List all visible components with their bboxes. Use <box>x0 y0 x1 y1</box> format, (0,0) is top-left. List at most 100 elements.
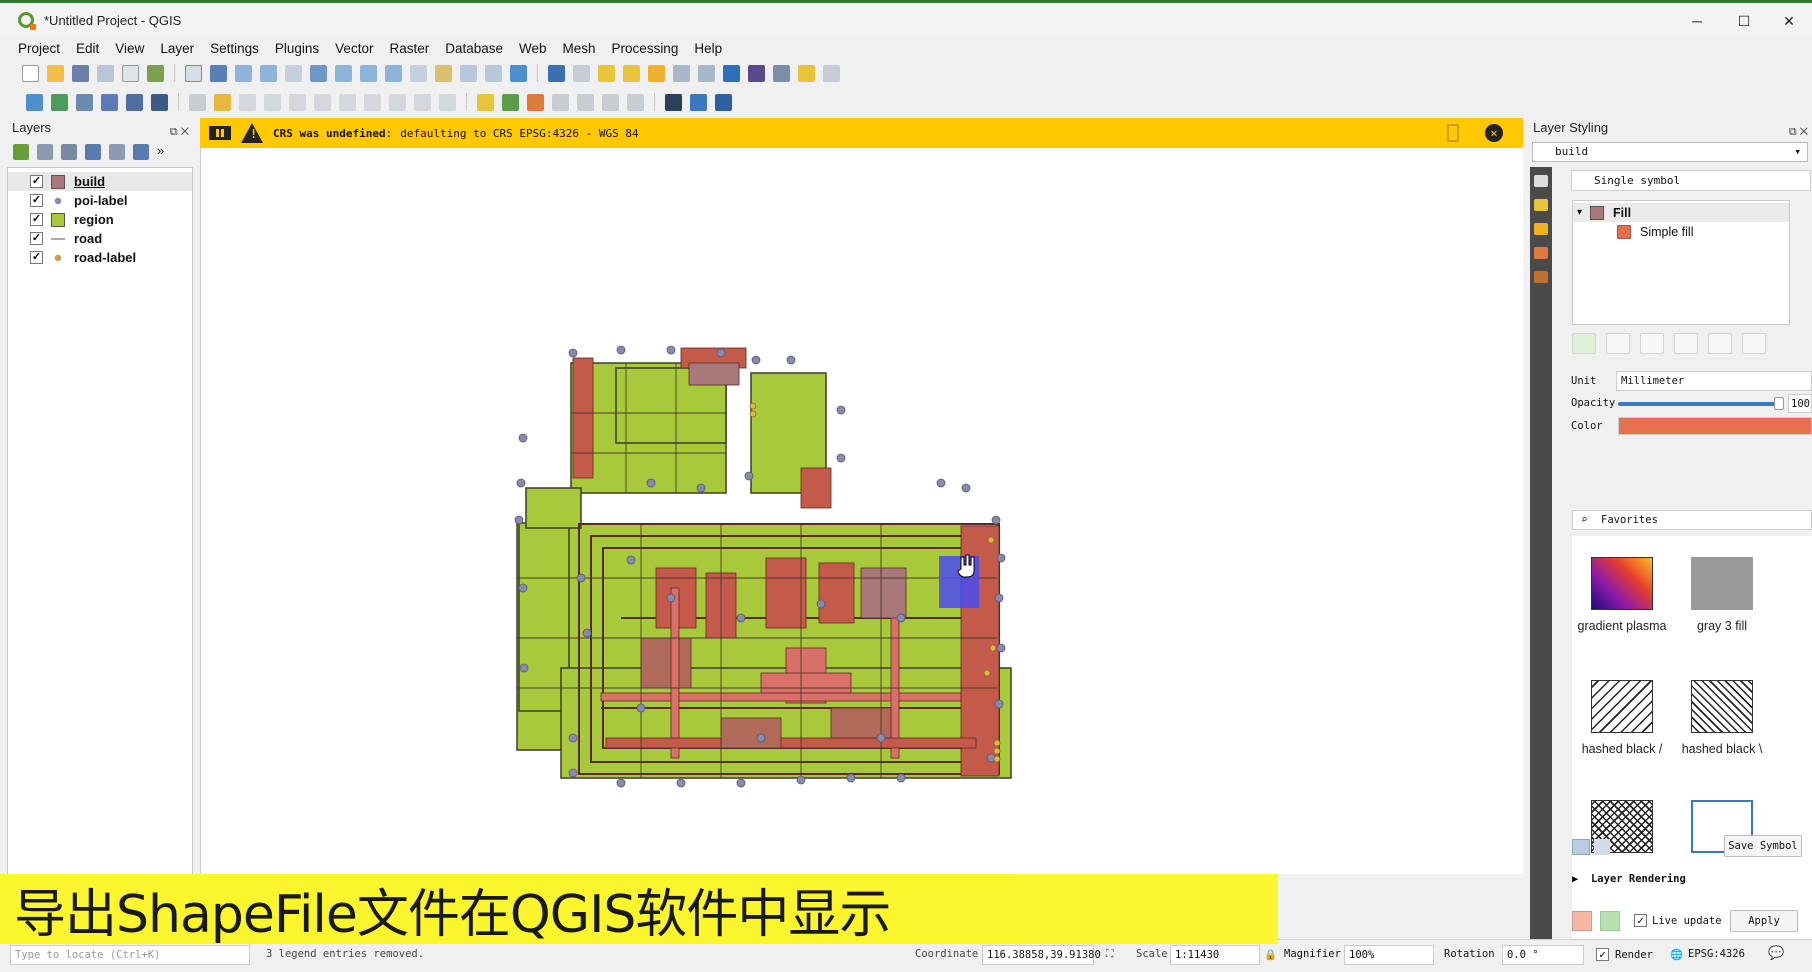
magnifier-field[interactable]: 100% <box>1344 945 1434 965</box>
crs-status[interactable]: EPSG:4326 <box>1688 948 1745 960</box>
copy-icon[interactable] <box>364 93 381 111</box>
cut-icon[interactable] <box>339 93 356 111</box>
filter-legend-icon[interactable] <box>85 144 101 160</box>
refresh-icon[interactable] <box>510 64 527 82</box>
live-update-checkbox[interactable]: ✓ <box>1634 914 1647 927</box>
python-console-icon[interactable] <box>690 93 707 111</box>
layer-visibility-checkbox[interactable]: ✓ <box>30 232 43 245</box>
statistics-sum-icon[interactable] <box>748 64 765 82</box>
locator-search[interactable]: Type to locate (Ctrl+K) <box>10 945 250 965</box>
label-tool-icon[interactable] <box>477 93 494 111</box>
zoom-to-selection-icon[interactable] <box>335 64 352 82</box>
menu-project[interactable]: Project <box>10 41 68 56</box>
print-layout-icon[interactable] <box>122 64 139 82</box>
layer-visibility-checkbox[interactable]: ✓ <box>30 213 43 226</box>
field-calculator-icon[interactable] <box>698 64 715 82</box>
data-source-manager-icon[interactable] <box>26 93 43 111</box>
symbol-gradient-plasma[interactable]: gradient plasma <box>1572 557 1672 634</box>
map-tips-icon[interactable] <box>798 64 815 82</box>
collapse-arrow-icon[interactable]: ▾ <box>1577 207 1582 218</box>
toggle-editing-icon[interactable] <box>214 93 231 111</box>
layer-rendering-section[interactable]: ▶ Layer Rendering <box>1572 873 1686 885</box>
save-symbol-button[interactable]: Save Symbol <box>1724 835 1802 857</box>
symbol-hashed-back[interactable]: hashed black \ <box>1672 680 1772 757</box>
manage-visibility-icon[interactable] <box>61 144 77 160</box>
apply-button[interactable]: Apply <box>1730 910 1798 932</box>
dock-buttons-icon[interactable]: ⧉ ✕ <box>1789 121 1808 143</box>
scale-select[interactable]: 1:11430 <box>1170 945 1260 965</box>
menu-help[interactable]: Help <box>686 41 730 56</box>
layer-visibility-checkbox[interactable]: ✓ <box>30 175 43 188</box>
move-label-icon[interactable] <box>577 93 594 111</box>
layer-visibility-checkbox[interactable]: ✓ <box>30 251 43 264</box>
annotation-icon[interactable] <box>823 64 840 82</box>
close-message-icon[interactable]: ✕ <box>1485 124 1503 142</box>
history-tab-icon[interactable] <box>1534 271 1548 283</box>
redo-style-icon[interactable] <box>1600 911 1620 931</box>
zoom-full-icon[interactable] <box>310 64 327 82</box>
zoom-native-icon[interactable] <box>385 64 402 82</box>
menu-raster[interactable]: Raster <box>381 41 437 56</box>
save-project-icon[interactable] <box>72 64 89 82</box>
minimize-button[interactable]: ─ <box>1674 6 1720 37</box>
lock-scale-icon[interactable]: 🔒 <box>1264 948 1277 961</box>
pin-labels-icon[interactable] <box>527 93 544 111</box>
add-group-icon[interactable] <box>37 144 53 160</box>
expand-all-icon[interactable] <box>133 144 149 160</box>
layer-visibility-checkbox[interactable]: ✓ <box>30 194 43 207</box>
rotation-field[interactable]: 0.0 ° <box>1502 945 1584 965</box>
menu-edit[interactable]: Edit <box>68 41 107 56</box>
redo-icon[interactable] <box>439 93 456 111</box>
maximize-button[interactable]: ☐ <box>1721 6 1767 37</box>
layer-row-road[interactable]: ✓ road <box>8 229 192 248</box>
fill-color-button[interactable] <box>1618 417 1812 435</box>
menu-web[interactable]: Web <box>511 41 555 56</box>
add-vector-icon[interactable] <box>76 93 93 111</box>
delete-feature-icon[interactable] <box>314 93 331 111</box>
vertex-tool-icon[interactable] <box>289 93 306 111</box>
pan-hand-icon[interactable] <box>185 64 202 82</box>
menu-database[interactable]: Database <box>437 41 511 56</box>
show-hide-labels-icon[interactable] <box>552 93 569 111</box>
actions-icon[interactable] <box>573 64 590 82</box>
identify-icon[interactable] <box>548 64 565 82</box>
move-up-icon[interactable] <box>1708 333 1732 354</box>
pan-to-selection-icon[interactable] <box>210 64 227 82</box>
select-features-icon[interactable] <box>598 64 615 82</box>
menu-mesh[interactable]: Mesh <box>555 41 604 56</box>
render-toggle[interactable]: ✓ Render <box>1596 948 1653 961</box>
zoom-to-layer-icon[interactable] <box>360 64 377 82</box>
new-map-view-icon[interactable] <box>435 64 452 82</box>
diagram-tool-icon[interactable] <box>502 93 519 111</box>
paste-icon[interactable] <box>389 93 406 111</box>
save-edits-icon[interactable] <box>239 93 256 111</box>
help-icon[interactable] <box>715 93 732 111</box>
labels-tab-icon[interactable] <box>1534 199 1548 211</box>
move-down-icon[interactable] <box>1742 333 1766 354</box>
map-canvas[interactable] <box>200 148 1523 874</box>
zoom-last-icon[interactable] <box>410 64 427 82</box>
add-database-icon[interactable] <box>126 93 143 111</box>
deselect-icon[interactable] <box>648 64 665 82</box>
symbol-gray-3-fill[interactable]: gray 3 fill <box>1672 557 1772 634</box>
add-raster-icon[interactable] <box>101 93 118 111</box>
icon-view-icon[interactable] <box>1572 839 1590 855</box>
menu-settings[interactable]: Settings <box>202 41 267 56</box>
open-project-icon[interactable] <box>47 64 64 82</box>
expand-arrow-icon[interactable]: ▶ <box>1572 873 1578 885</box>
add-feature-icon[interactable] <box>264 93 281 111</box>
opacity-slider-handle[interactable] <box>1774 397 1784 410</box>
bookmark-icon[interactable] <box>485 64 502 82</box>
save-as-icon[interactable] <box>97 64 114 82</box>
3d-view-tab-icon[interactable] <box>1534 223 1548 235</box>
undo-style-icon[interactable] <box>1572 911 1592 931</box>
attribute-table-icon[interactable] <box>673 64 690 82</box>
live-update-toggle[interactable]: ✓ Live update <box>1634 914 1722 927</box>
style-manager-icon[interactable] <box>147 64 164 82</box>
new-3d-view-icon[interactable] <box>460 64 477 82</box>
zoom-out-icon[interactable] <box>260 64 277 82</box>
unit-select[interactable]: Millimeter <box>1616 371 1812 391</box>
symbol-root-row[interactable]: ▾ Fill <box>1573 203 1789 222</box>
list-view-icon[interactable] <box>1594 839 1610 855</box>
measure-icon[interactable] <box>773 64 790 82</box>
